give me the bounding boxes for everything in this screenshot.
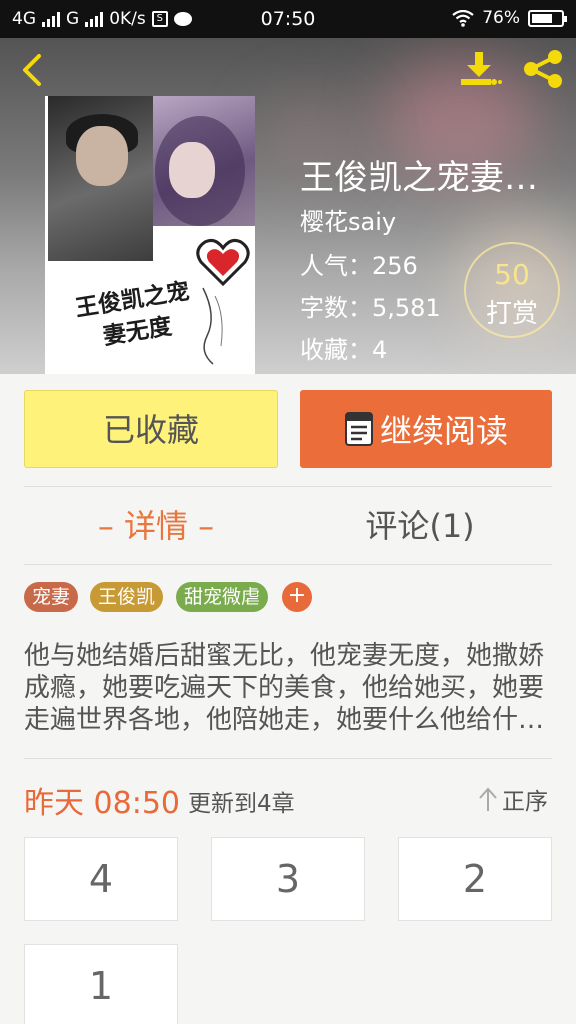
tip-label: 打赏 xyxy=(485,299,538,329)
sort-order-button[interactable]: 正序 xyxy=(478,782,548,816)
continue-reading-label: 继续阅读 xyxy=(379,412,508,450)
chapter-button[interactable]: 3 xyxy=(211,837,365,921)
continue-reading-button[interactable]: 继续阅读 xyxy=(300,390,552,468)
chapter-button[interactable]: 2 xyxy=(398,837,552,921)
update-status: 更新到4章 xyxy=(188,791,295,817)
battery-percent: 76% xyxy=(482,8,520,28)
share-icon[interactable] xyxy=(520,48,566,90)
status-bar-right: 76% xyxy=(452,8,567,28)
cover-decoration xyxy=(202,287,223,365)
cover-title-line-1: 王俊凯之宠 xyxy=(73,278,192,323)
download-icon[interactable] xyxy=(458,50,502,90)
tag-chip[interactable]: 宠妻 xyxy=(24,582,79,612)
back-icon[interactable] xyxy=(14,50,54,90)
favorited-button[interactable]: 已收藏 xyxy=(24,390,278,468)
wifi-icon xyxy=(452,9,474,27)
tab-details[interactable]: – 详情 – xyxy=(24,488,288,564)
chapter-button[interactable]: 1 xyxy=(24,944,178,1024)
popularity-stat: 人气：256 xyxy=(300,252,418,280)
book-header: 王俊凯之宠 妻无度 王俊凯之宠妻… 樱花saiy 人气：256 字数：5,581… xyxy=(0,38,576,374)
book-cover[interactable]: 王俊凯之宠 妻无度 xyxy=(45,96,255,374)
chapter-button[interactable]: 4 xyxy=(24,837,178,921)
divider xyxy=(24,758,552,759)
book-author[interactable]: 樱花saiy xyxy=(300,202,396,237)
cover-title: 王俊凯之宠 妻无度 xyxy=(71,275,200,357)
cover-photo-left xyxy=(48,96,153,261)
heart-icon xyxy=(196,239,250,287)
divider xyxy=(24,564,552,565)
tab-comments[interactable]: 评论(1) xyxy=(288,488,552,564)
tip-button[interactable]: 50 打赏 xyxy=(464,242,560,338)
book-synopsis[interactable]: 他与她结婚后甜蜜无比，他宠妻无度，她撒娇成瘾，她要吃遍天下的美食，他给她买，她要… xyxy=(24,640,554,736)
add-tag-button[interactable]: + xyxy=(282,582,312,612)
cover-photo-right xyxy=(153,96,255,226)
word-count-stat: 字数：5,581 xyxy=(300,294,441,322)
book-icon xyxy=(344,412,373,446)
divider xyxy=(24,486,552,487)
cover-title-line-2: 妻无度 xyxy=(101,313,174,351)
battery-icon xyxy=(528,9,567,27)
book-title: 王俊凯之宠妻… xyxy=(300,158,538,198)
tag-chip[interactable]: 甜宠微虐 xyxy=(176,582,269,612)
update-time: 昨天 08:50 xyxy=(24,786,180,821)
favorites-stat: 收藏：4 xyxy=(300,336,388,364)
status-bar: 4G G 0K/s S 07:50 76% xyxy=(0,0,576,38)
arrow-up-icon xyxy=(479,787,497,811)
tip-count: 50 xyxy=(494,258,530,291)
sort-order-label: 正序 xyxy=(502,789,548,815)
tag-chip[interactable]: 王俊凯 xyxy=(90,582,164,612)
